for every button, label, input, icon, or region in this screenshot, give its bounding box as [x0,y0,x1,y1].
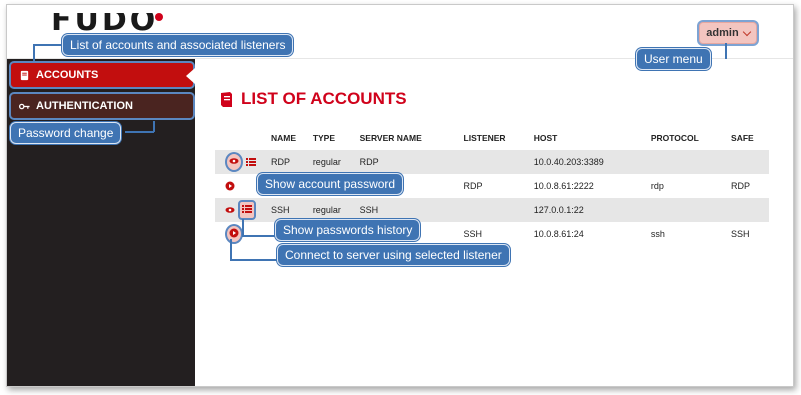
cell-host: 10.0.8.61:2222 [533,181,594,191]
logo-dot [155,13,163,21]
sidebar-item-accounts[interactable]: ACCOUNTS [9,61,195,89]
column-safe: SAFE [731,133,754,143]
column-name: NAME [271,133,297,143]
column-protocol: PROTOCOL [650,133,699,143]
cell-protocol [651,150,731,174]
cell-protocol: rdp [650,181,664,191]
cell-listener: SSH [463,229,483,239]
column-host: HOST [533,133,558,143]
callout-password-history: Show passwords history [275,219,421,241]
cell-server-name: RDP [359,157,379,167]
sidebar: ACCOUNTS AUTHENTICATION [7,59,195,386]
callout-connector [725,43,727,59]
cell-listener [464,150,534,174]
show-password-button[interactable] [225,152,243,172]
cell-host: 127.0.0.1:22 [533,205,584,215]
logo: FUDO [51,13,163,31]
callout-connector [153,121,155,132]
chevron-down-icon [742,27,751,36]
list-icon[interactable] [246,157,256,167]
sidebar-item-label: AUTHENTICATION [36,100,133,112]
book-icon [20,70,29,80]
callout-connector [242,219,244,236]
page-title: LIST OF ACCOUNTS [219,89,407,109]
column-listener: LISTENER [463,133,506,143]
table-row[interactable]: RDP regular RDP 10.0.40.203:3389 [215,150,769,174]
cell-host: 10.0.40.203:3389 [533,157,604,167]
table-header-row: NAME TYPE SERVER NAME LISTENER HOST PROT… [215,126,769,150]
user-name: admin [706,27,739,39]
user-menu-button[interactable]: admin [699,22,757,44]
callout-show-password: Show account password [257,173,404,195]
play-icon[interactable] [225,181,235,191]
key-icon [19,103,30,109]
row-actions [215,150,271,174]
cell-host: 10.0.8.61:24 [533,229,584,239]
sidebar-item-authentication[interactable]: AUTHENTICATION [9,92,195,120]
callout-connect: Connect to server using selected listene… [277,244,510,266]
logo-text: FUDO [51,13,159,31]
callout-password-change: Password change [10,122,122,144]
cell-name: RDP [271,157,291,167]
play-icon [229,228,239,238]
callout-connector [230,239,232,260]
cell-safe: SSH [731,229,750,239]
cell-safe [731,198,769,222]
book-icon [221,91,232,107]
list-icon [242,205,252,213]
connect-button[interactable] [225,224,243,244]
cell-safe [731,150,769,174]
page-title-text: LIST OF ACCOUNTS [241,89,407,108]
eye-icon[interactable] [225,205,235,215]
cell-type: regular [312,157,341,167]
cell-safe: RDP [731,181,751,191]
callout-accounts-list: List of accounts and associated listener… [62,34,294,56]
column-actions [215,126,271,150]
cell-listener [464,198,534,222]
callout-connector [33,44,35,61]
column-server-name: SERVER NAME [359,133,422,143]
password-history-button[interactable] [238,200,256,220]
callout-user-menu: User menu [636,48,711,70]
cell-listener: RDP [463,181,483,191]
callout-connector [125,131,154,133]
cell-protocol [651,198,731,222]
cell-protocol: ssh [650,229,665,239]
column-type: TYPE [312,133,336,143]
callout-connector [33,44,65,46]
sidebar-item-label: ACCOUNTS [36,69,99,81]
eye-icon [229,158,239,164]
app-window: FUDO admin ACCOUNTS AUTHENTICATION LIST … [6,4,794,387]
